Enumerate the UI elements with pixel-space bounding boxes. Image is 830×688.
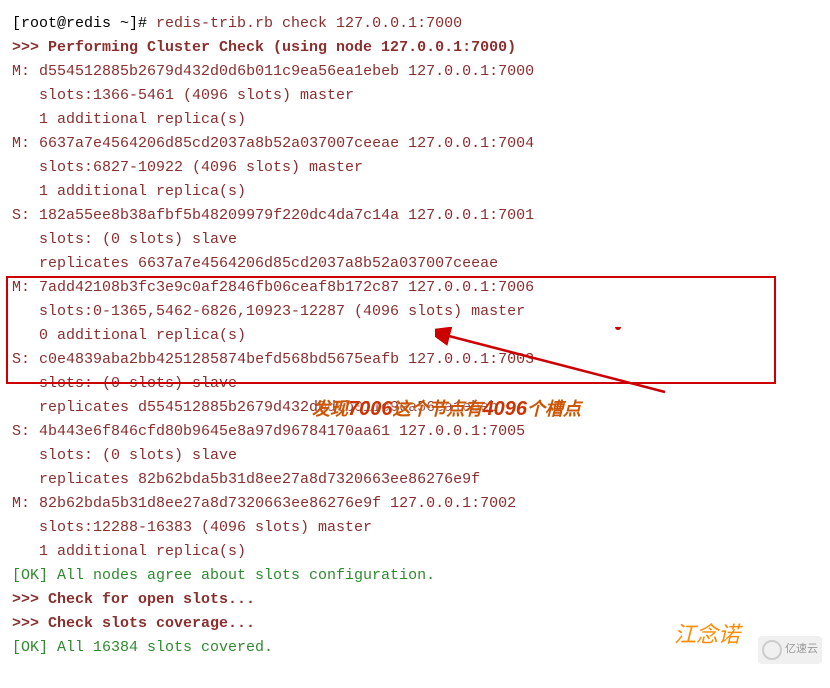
watermark-logo: 亿速云 bbox=[758, 636, 822, 664]
terminal-prompt-line: [root@redis ~]# redis-trib.rb check 127.… bbox=[12, 12, 818, 36]
node-line: M: 7add42108b3fc3e9c0af2846fb06ceaf8b172… bbox=[12, 276, 818, 300]
check-line: >>> Check for open slots... bbox=[12, 588, 818, 612]
node-extra: 1 additional replica(s) bbox=[12, 540, 818, 564]
node-slots: slots:6827-10922 (4096 slots) master bbox=[12, 156, 818, 180]
annotation-text: 发现7006这个节点有4096个槽点 bbox=[312, 393, 581, 425]
node-slots: slots:0-1365,5462-6826,10923-12287 (4096… bbox=[12, 300, 818, 324]
node-line: M: d554512885b2679d432d0d6b011c9ea56ea1e… bbox=[12, 60, 818, 84]
node-extra: 1 additional replica(s) bbox=[12, 180, 818, 204]
command: redis-trib.rb check 127.0.0.1:7000 bbox=[156, 15, 462, 32]
watermark-signature: 江念诺 bbox=[674, 617, 740, 652]
shell-prompt: [root@redis ~]# bbox=[12, 15, 156, 32]
node-line: S: c0e4839aba2bb4251285874befd568bd5675e… bbox=[12, 348, 818, 372]
node-slots: slots: (0 slots) slave bbox=[12, 444, 818, 468]
output-header: >>> Performing Cluster Check (using node… bbox=[12, 36, 818, 60]
node-slots: slots:1366-5461 (4096 slots) master bbox=[12, 84, 818, 108]
ok-line: [OK] All nodes agree about slots configu… bbox=[12, 564, 818, 588]
node-extra: replicates 6637a7e4564206d85cd2037a8b52a… bbox=[12, 252, 818, 276]
node-line: M: 82b62bda5b31d8ee27a8d7320663ee86276e9… bbox=[12, 492, 818, 516]
node-slots: slots: (0 slots) slave bbox=[12, 228, 818, 252]
node-extra: 1 additional replica(s) bbox=[12, 108, 818, 132]
node-extra: replicates 82b62bda5b31d8ee27a8d7320663e… bbox=[12, 468, 818, 492]
node-slots: slots:12288-16383 (4096 slots) master bbox=[12, 516, 818, 540]
node-line: M: 6637a7e4564206d85cd2037a8b52a037007ce… bbox=[12, 132, 818, 156]
node-extra: 0 additional replica(s) bbox=[12, 324, 818, 348]
node-line: S: 182a55ee8b38afbf5b48209979f220dc4da7c… bbox=[12, 204, 818, 228]
